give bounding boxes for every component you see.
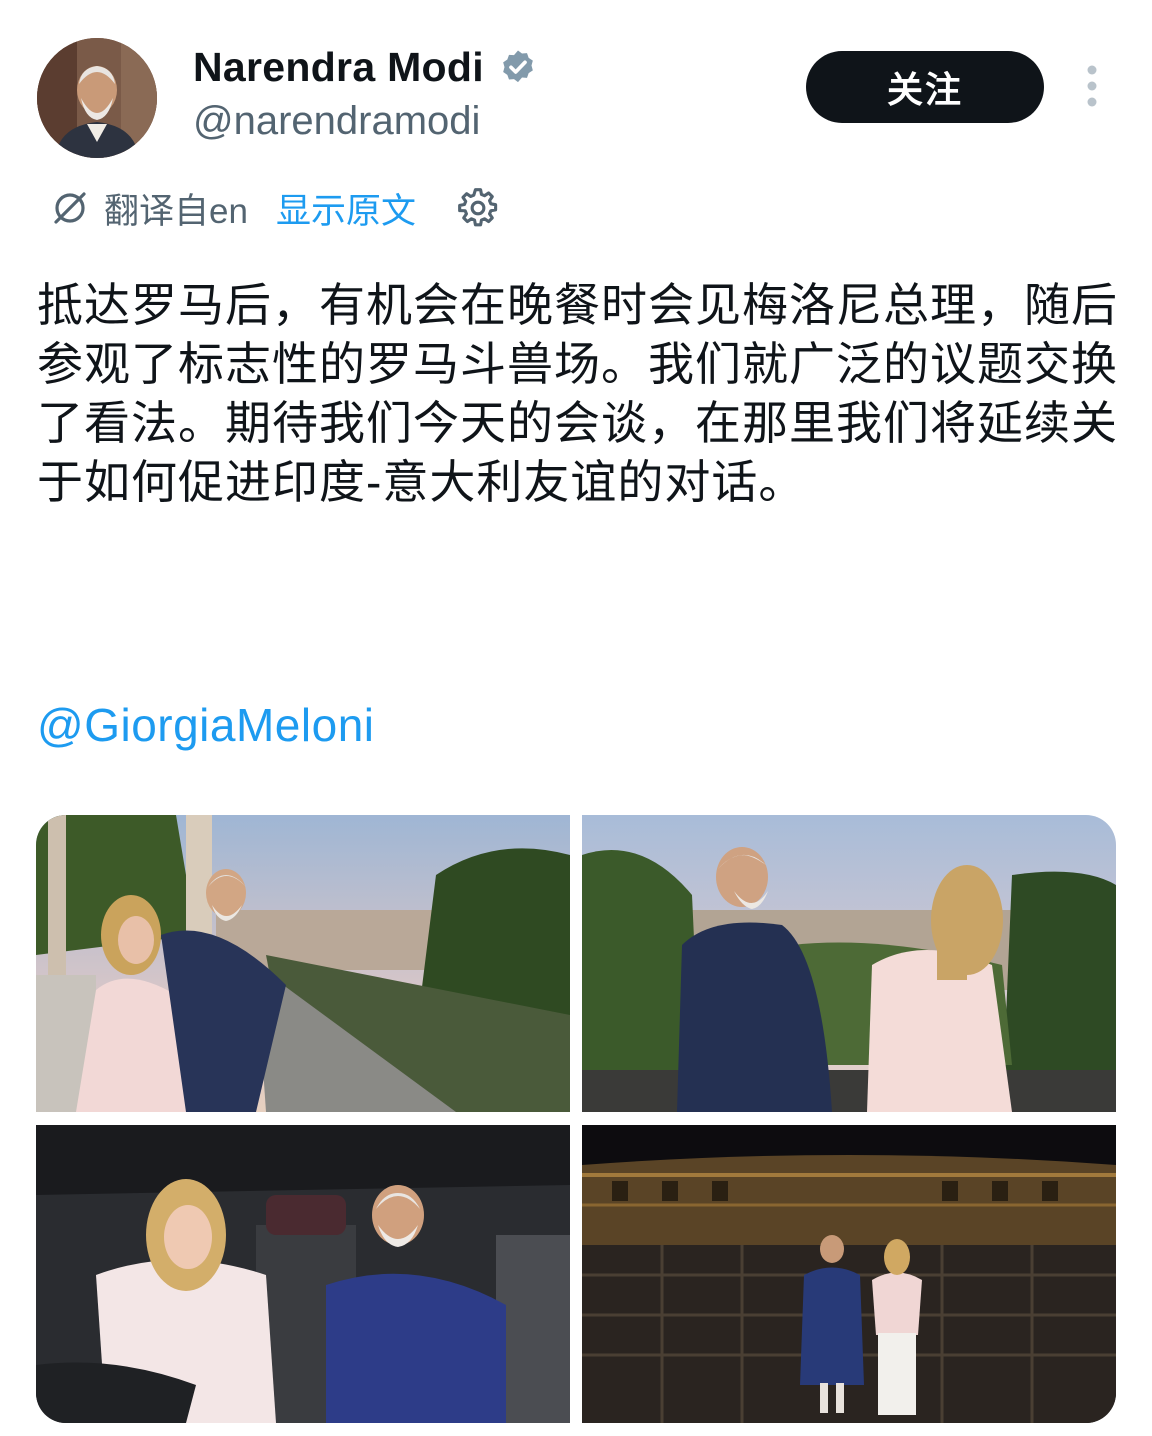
mention-link[interactable]: @GiorgiaMeloni — [37, 698, 375, 752]
show-original-link[interactable]: 显示原文 — [276, 183, 416, 234]
verified-badge-icon — [503, 50, 533, 82]
follow-button[interactable]: 关注 — [806, 51, 1044, 123]
gear-icon[interactable] — [456, 186, 500, 230]
author-handle[interactable]: @narendramodi — [193, 99, 480, 144]
tweet-text: 抵达罗马后，有机会在晚餐时会见梅洛尼总理，随后参观了标志性的罗马斗兽场。我们就广… — [37, 279, 1118, 508]
avatar[interactable] — [37, 38, 157, 158]
media-grid — [36, 815, 1116, 1423]
photo-4-image — [582, 1125, 1116, 1423]
photo-4[interactable] — [582, 1125, 1116, 1423]
avatar-image — [37, 38, 157, 158]
more-vertical-icon[interactable] — [1078, 64, 1106, 108]
photo-1-image — [36, 815, 570, 1112]
translate-icon — [54, 192, 86, 224]
translated-from-label: 翻译自en — [104, 191, 248, 231]
photo-2[interactable] — [582, 815, 1116, 1112]
author-display-name[interactable]: Narendra Modi — [193, 44, 484, 91]
translation-bar: 翻译自en 显示原文 — [50, 182, 500, 234]
photo-3-image — [36, 1125, 570, 1423]
photo-2-image — [582, 815, 1116, 1112]
photo-1[interactable] — [36, 815, 570, 1112]
author-name-row: Narendra Modi — [193, 44, 538, 91]
photo-3[interactable] — [36, 1125, 570, 1423]
